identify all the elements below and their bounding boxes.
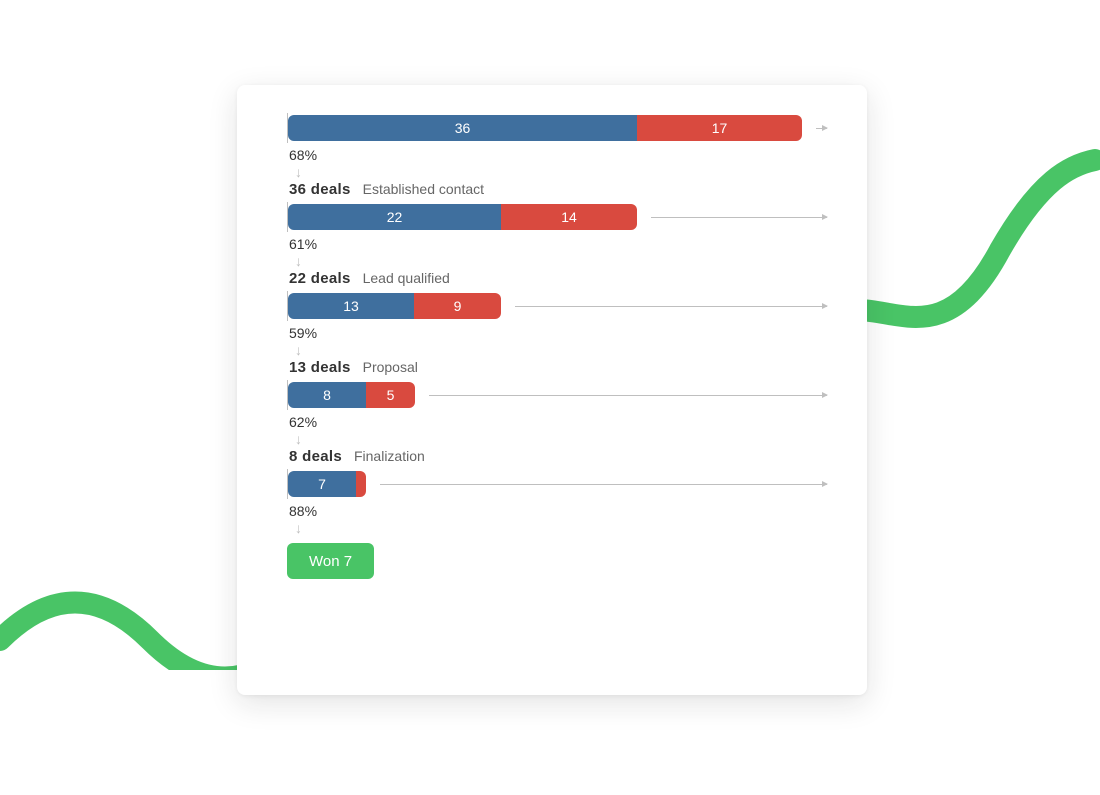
out-arrow-icon [429,395,827,396]
bar-segment-lost: 9 [414,293,501,319]
conversion-indicator-3: 62% ↓ [289,414,827,446]
down-arrow-icon: ↓ [295,165,302,179]
stage-bar: 7 [288,471,366,497]
stage-deals-count: 13 deals [289,359,351,376]
stage-deals-count: 22 deals [289,270,351,287]
stage-deals-count: 8 deals [289,448,342,465]
bar-segment-advanced: 8 [288,382,366,408]
stage-bar: 139 [288,293,501,319]
funnel-stage-4: 8 deals Finalization 7 [287,448,827,497]
bar-segment-advanced: 36 [288,115,637,141]
bar-segment-advanced: 13 [288,293,414,319]
stage-bar: 2214 [288,204,637,230]
stage-name: Lead qualified [363,270,450,286]
conversion-indicator-0: 68% ↓ [289,147,827,179]
funnel-stage-1: 36 deals Established contact 2214 [287,181,827,230]
out-arrow-icon [380,484,827,485]
bar-segment-lost: 5 [366,382,415,408]
funnel-stage-3: 13 deals Proposal 85 [287,359,827,408]
out-arrow-icon [816,128,827,129]
stage-name: Established contact [363,181,484,197]
conversion-indicator-4: 88% ↓ [289,503,827,535]
conversion-indicator-1: 61% ↓ [289,236,827,268]
funnel-stage-0: 3617 [287,115,827,141]
stage-name: Proposal [363,359,418,375]
conversion-pct: 68% [289,147,317,163]
conversion-pct: 88% [289,503,317,519]
bar-segment-lost: 14 [501,204,637,230]
conversion-pct: 59% [289,325,317,341]
out-arrow-icon [515,306,827,307]
bar-segment-lost [356,471,366,497]
won-label: Won 7 [309,553,352,570]
down-arrow-icon: ↓ [295,254,302,268]
stage-deals-count: 36 deals [289,181,351,198]
won-badge[interactable]: Won 7 [287,543,374,579]
stage-bar: 3617 [288,115,802,141]
funnel-chart: 3617 68% ↓ 36 deals Established contact … [287,115,827,579]
conversion-pct: 62% [289,414,317,430]
stage-name: Finalization [354,448,425,464]
funnel-stage-2: 22 deals Lead qualified 139 [287,270,827,319]
funnel-card: 3617 68% ↓ 36 deals Established contact … [237,85,867,695]
conversion-pct: 61% [289,236,317,252]
down-arrow-icon: ↓ [295,521,302,535]
bar-segment-advanced: 7 [288,471,356,497]
stage-bar: 85 [288,382,415,408]
conversion-indicator-2: 59% ↓ [289,325,827,357]
down-arrow-icon: ↓ [295,343,302,357]
out-arrow-icon [651,217,827,218]
bar-segment-advanced: 22 [288,204,501,230]
down-arrow-icon: ↓ [295,432,302,446]
bar-segment-lost: 17 [637,115,802,141]
